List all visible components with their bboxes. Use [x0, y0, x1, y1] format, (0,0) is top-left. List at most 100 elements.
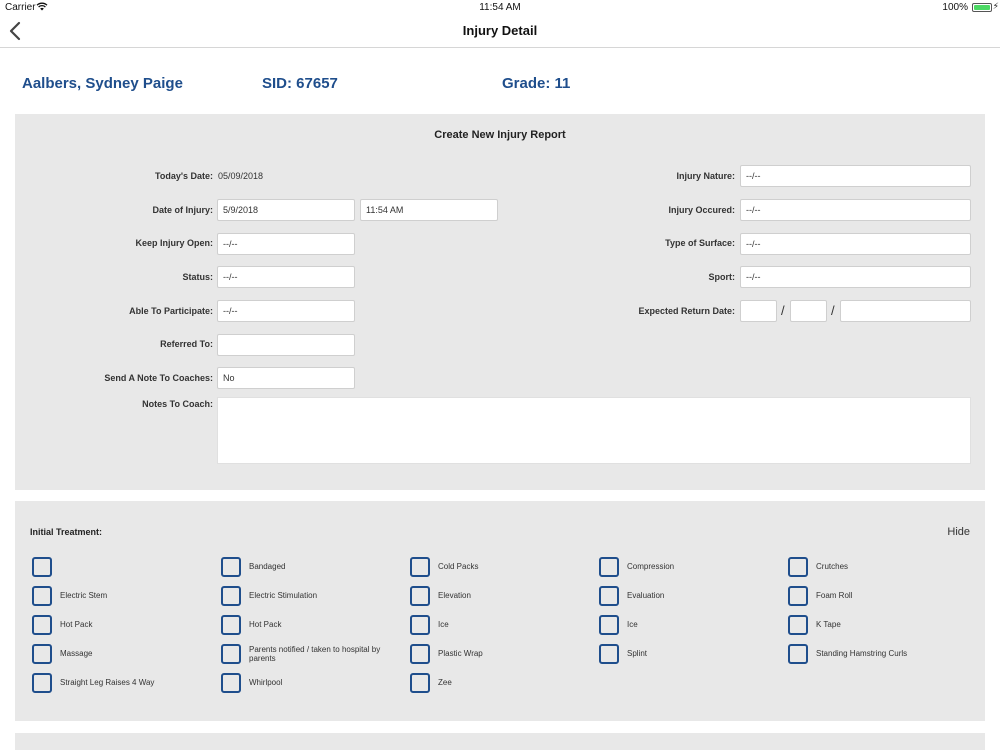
expected-return-date-label: Expected Return Date:	[638, 306, 735, 316]
checkbox[interactable]	[410, 586, 430, 606]
treatment-option-label: Zee	[438, 678, 452, 687]
checkbox[interactable]	[599, 644, 619, 664]
checkbox[interactable]	[221, 644, 241, 664]
treatment-option[interactable]: Whirlpool	[221, 673, 401, 693]
status-field[interactable]: --/--	[217, 266, 355, 288]
treatment-option[interactable]: Hot Pack	[221, 615, 401, 635]
treatment-option[interactable]: Parents notified / taken to hospital by …	[221, 644, 401, 664]
status-bar: Carrier 11:54 AM 100% ⚡	[0, 0, 1000, 16]
treatment-option[interactable]: Evaluation	[599, 586, 779, 606]
checkbox[interactable]	[221, 586, 241, 606]
treatment-option[interactable]: Ice	[410, 615, 590, 635]
treatment-option-label: Electric Stimulation	[249, 591, 318, 600]
return-year-field[interactable]	[840, 300, 971, 322]
treatment-option[interactable]: Foam Roll	[788, 586, 968, 606]
checkbox[interactable]	[32, 673, 52, 693]
treatment-option[interactable]: Ice	[599, 615, 779, 635]
checkbox[interactable]	[599, 586, 619, 606]
checkbox[interactable]	[410, 615, 430, 635]
treatment-option-label: Bandaged	[249, 562, 286, 571]
checkbox[interactable]	[599, 557, 619, 577]
checkbox[interactable]	[221, 615, 241, 635]
date-separator: /	[831, 303, 835, 318]
checkbox[interactable]	[32, 615, 52, 635]
checkbox[interactable]	[410, 673, 430, 693]
return-day-field[interactable]	[790, 300, 827, 322]
injury-occured-label: Injury Occured:	[668, 205, 735, 215]
treatment-option[interactable]: Elevation	[410, 586, 590, 606]
able-to-participate-field[interactable]: --/--	[217, 300, 355, 322]
treatment-option[interactable]: Hot Pack	[32, 615, 212, 635]
send-note-label: Send A Note To Coaches:	[104, 373, 213, 383]
form-title: Create New Injury Report	[434, 129, 566, 141]
treatment-option-label: Splint	[627, 649, 648, 658]
injury-occured-field[interactable]: --/--	[740, 199, 971, 221]
status-label: Status:	[182, 272, 213, 282]
treatment-option[interactable]: Straight Leg Raises 4 Way	[32, 673, 212, 693]
treatment-option[interactable]: Electric Stem	[32, 586, 212, 606]
checkbox[interactable]	[32, 586, 52, 606]
treatment-option[interactable]: Zee	[410, 673, 590, 693]
navigation-bar: Injury Detail	[0, 16, 1000, 48]
type-of-surface-field[interactable]: --/--	[740, 233, 971, 255]
return-month-field[interactable]	[740, 300, 777, 322]
sport-field[interactable]: --/--	[740, 266, 971, 288]
checkbox[interactable]	[599, 615, 619, 635]
treatment-option-label: K Tape	[816, 620, 841, 629]
time-of-injury-field[interactable]: 11:54 AM	[360, 199, 498, 221]
checkbox[interactable]	[221, 673, 241, 693]
date-of-injury-field[interactable]: 5/9/2018	[217, 199, 355, 221]
treatment-option[interactable]	[32, 557, 212, 577]
notes-to-coach-label: Notes To Coach:	[142, 399, 213, 409]
treatment-option-label: Whirlpool	[249, 678, 283, 687]
treatment-option[interactable]: Electric Stimulation	[221, 586, 401, 606]
treatment-option[interactable]: K Tape	[788, 615, 968, 635]
initial-treatment-label: Initial Treatment:	[30, 527, 103, 537]
treatment-option[interactable]: Standing Hamstring Curls	[788, 644, 968, 664]
checkbox[interactable]	[410, 644, 430, 664]
treatment-option-label: Parents notified / taken to hospital by …	[249, 645, 381, 663]
todays-date-label: Today's Date:	[155, 171, 213, 181]
send-note-field[interactable]: No	[217, 367, 355, 389]
referred-to-field[interactable]	[217, 334, 355, 356]
treatment-option-label: Hot Pack	[60, 620, 93, 629]
treatment-option[interactable]: Compression	[599, 557, 779, 577]
injury-nature-field[interactable]: --/--	[740, 165, 971, 187]
checkbox[interactable]	[788, 615, 808, 635]
treatment-option-label: Plastic Wrap	[438, 649, 483, 658]
treatment-option[interactable]: Cold Packs	[410, 557, 590, 577]
keep-injury-open-field[interactable]: --/--	[217, 233, 355, 255]
treatment-option[interactable]: Massage	[32, 644, 212, 664]
student-name: Aalbers, Sydney Paige	[22, 75, 183, 92]
checkbox[interactable]	[788, 557, 808, 577]
treatment-option-label: Ice	[438, 620, 449, 629]
battery-percent: 100%	[942, 2, 968, 13]
treatment-option-label: Ice	[627, 620, 638, 629]
charging-icon: ⚡	[992, 1, 999, 11]
checkbox[interactable]	[221, 557, 241, 577]
page-title: Injury Detail	[462, 23, 538, 38]
injury-report-form: Create New Injury Report Today's Date: 0…	[15, 114, 985, 490]
treatment-option[interactable]: Splint	[599, 644, 779, 664]
treatment-option-label: Compression	[627, 562, 675, 571]
checkbox[interactable]	[410, 557, 430, 577]
initial-treatment-panel: Initial Treatment: Hide Bandaged Cold Pa…	[15, 501, 985, 721]
checkbox[interactable]	[788, 586, 808, 606]
notes-to-coach-input[interactable]	[217, 397, 971, 464]
student-grade: Grade: 11	[502, 75, 571, 92]
battery-icon	[972, 3, 992, 12]
student-sid: SID: 67657	[262, 75, 338, 92]
treatment-option-label: Cold Packs	[438, 562, 479, 571]
checkbox[interactable]	[32, 557, 52, 577]
treatment-option[interactable]: Bandaged	[221, 557, 401, 577]
date-of-injury-label: Date of Injury:	[152, 205, 213, 215]
hide-button[interactable]: Hide	[947, 526, 970, 538]
treatment-option[interactable]: Crutches	[788, 557, 968, 577]
checkbox[interactable]	[32, 644, 52, 664]
treatment-option[interactable]: Plastic Wrap	[410, 644, 590, 664]
type-of-surface-label: Type of Surface:	[665, 238, 735, 248]
injury-nature-label: Injury Nature:	[676, 171, 735, 181]
treatment-option-label: Straight Leg Raises 4 Way	[60, 678, 155, 687]
checkbox[interactable]	[788, 644, 808, 664]
treatment-option-label: Massage	[60, 649, 93, 658]
